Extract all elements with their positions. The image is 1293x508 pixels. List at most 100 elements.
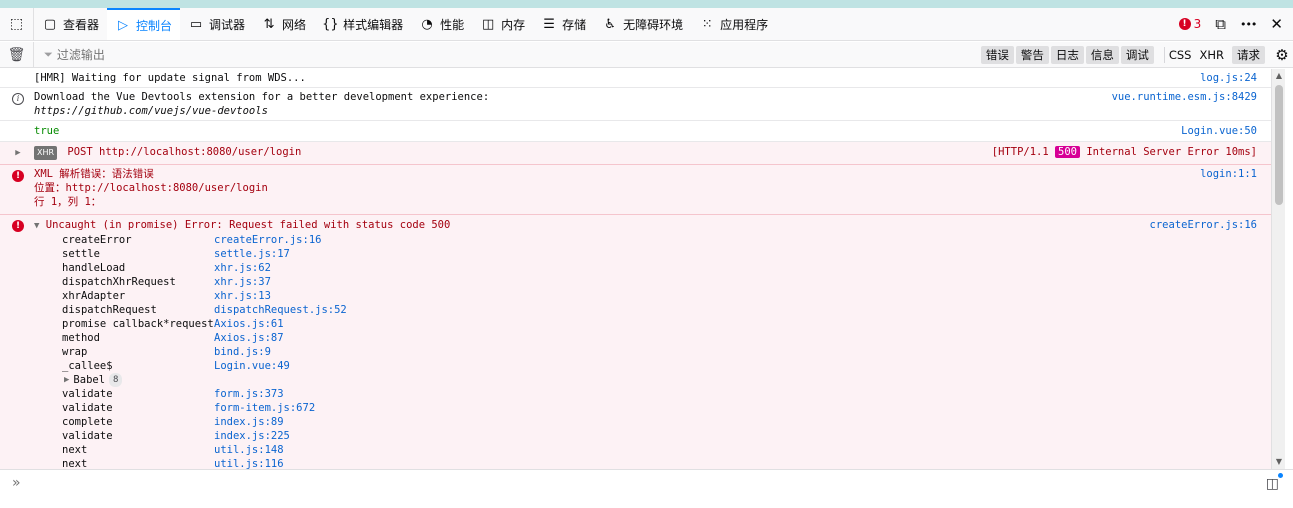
frame-function: handleLoad [62, 262, 126, 274]
more-options-icon[interactable]: ••• [1240, 18, 1257, 31]
error-icon: ! [12, 170, 24, 182]
tab-accessibility[interactable]: ♿ 无障碍环境 [594, 8, 691, 40]
stack-frame: createError createError.js:16 [62, 233, 1263, 247]
tab-console[interactable]: ▷ 控制台 [107, 8, 181, 40]
stack-frame: dispatchRequest dispatchRequest.js:52 [62, 303, 1263, 317]
vertical-scrollbar[interactable]: ▲ ▼ [1271, 69, 1285, 469]
style-editor-icon: {} [322, 16, 339, 32]
tab-memory[interactable]: ◫ 内存 [472, 8, 533, 40]
tab-label: 查看器 [63, 17, 100, 32]
frame-source-link[interactable]: xhr.js:37 [214, 275, 271, 289]
frame-source-link[interactable]: dispatchRequest.js:52 [214, 303, 347, 317]
tab-performance[interactable]: ◔ 性能 [411, 8, 472, 40]
stack-frame: complete index.js:89 [62, 415, 1263, 429]
message-position: 行 1，列 1： [34, 196, 102, 208]
accessibility-icon: ♿ [604, 16, 616, 32]
tab-network[interactable]: ⇅ 网络 [253, 8, 314, 40]
message-text: Uncaught (in promise) Error: Request fai… [45, 219, 451, 231]
error-count-button[interactable]: ! 3 [1178, 17, 1201, 31]
level-filter-button[interactable]: 调试 [1120, 45, 1154, 64]
scroll-down-icon[interactable]: ▼ [1272, 455, 1286, 469]
network-request-row[interactable]: ▶ XHR POST http://localhost:8080/user/lo… [0, 142, 1271, 165]
frame-source-link[interactable]: settle.js:17 [214, 247, 290, 261]
frame-function: _callee$ [62, 360, 113, 372]
frame-source-link[interactable]: util.js:148 [214, 443, 284, 457]
separator [1163, 46, 1165, 63]
frame-function: next [62, 444, 88, 456]
source-link[interactable]: log.js:24 [1200, 71, 1257, 85]
stack-frame: validate index.js:225 [62, 429, 1263, 443]
console-icon: ▷ [118, 17, 129, 33]
stack-frame: wrap bind.js:9 [62, 345, 1263, 359]
expand-triangle-icon[interactable]: ▶ [15, 148, 20, 158]
tab-application[interactable]: ⁙ 应用程序 [691, 8, 776, 40]
frame-source-link[interactable]: util.js:116 [214, 457, 284, 469]
frame-source-link[interactable]: Axios.js:61 [214, 317, 284, 331]
gear-icon[interactable]: ⚙ [1271, 46, 1293, 64]
tab-debugger[interactable]: ▭ 调试器 [180, 8, 253, 40]
editor-mode-icon[interactable]: ◫ [1266, 476, 1279, 492]
tab-label: 网络 [282, 17, 307, 32]
frame-source-link[interactable]: bind.js:9 [214, 345, 271, 359]
frame-function: complete [62, 416, 113, 428]
stack-frame: method Axios.js:87 [62, 331, 1263, 345]
collapse-triangle-icon[interactable]: ▼ [34, 221, 39, 231]
tab-label: 存储 [562, 17, 587, 32]
frame-function: validate [62, 402, 113, 414]
frame-source-link[interactable]: Axios.js:87 [214, 331, 284, 345]
extra-filter-button[interactable]: XHR [1199, 48, 1224, 62]
message-text: XML 解析错误：语法错误 [34, 168, 154, 180]
log-message: [HMR] Waiting for update signal from WDS… [0, 69, 1271, 88]
source-link[interactable]: Login.vue:50 [1181, 124, 1257, 138]
info-icon: i [12, 93, 24, 105]
stack-frame: settle settle.js:17 [62, 247, 1263, 261]
debugger-icon: ▭ [189, 16, 203, 32]
source-link[interactable]: vue.runtime.esm.js:8429 [1112, 90, 1257, 104]
frame-source-link[interactable]: Login.vue:49 [214, 359, 290, 373]
level-filter-button[interactable]: 信息 [1085, 45, 1119, 64]
extra-filter-button[interactable]: 请求 [1232, 45, 1265, 64]
element-picker-button[interactable]: ⬚ [0, 8, 34, 40]
level-filter-button[interactable]: 警告 [1015, 45, 1049, 64]
source-link[interactable]: login:1:1 [1200, 167, 1257, 181]
close-icon[interactable]: ✕ [1270, 15, 1283, 33]
frame-function: dispatchRequest [62, 304, 157, 316]
right-edge [1285, 69, 1293, 469]
frame-source-link[interactable]: xhr.js:62 [214, 261, 271, 275]
performance-icon: ◔ [421, 16, 433, 32]
stack-trace: createError createError.js:16 settle settle… [34, 233, 1263, 469]
scrollbar-thumb[interactable] [1275, 85, 1283, 205]
tab-inspector[interactable]: ▢ 查看器 [34, 8, 107, 40]
error-icon: ! [12, 220, 24, 232]
level-filter-button[interactable]: 日志 [1050, 45, 1084, 64]
message-location: 位置：http://localhost:8080/user/login [34, 182, 268, 194]
extra-filter-button[interactable]: CSS [1169, 48, 1192, 62]
console-filter-bar: 🗑 ⏷ 错误警告日志信息调试 CSS XHR 请求 ⚙ [0, 42, 1293, 68]
filter-input[interactable] [56, 47, 357, 62]
babel-frames-group[interactable]: ▶ Babel 8 [62, 373, 1263, 387]
status-prefix: [HTTP/1.1 [991, 146, 1049, 158]
tab-style-editor[interactable]: {} 样式编辑器 [314, 8, 411, 40]
frame-source-link[interactable]: index.js:225 [214, 429, 290, 443]
expand-triangle-icon[interactable]: ▶ [64, 373, 69, 387]
scroll-up-icon[interactable]: ▲ [1272, 69, 1286, 83]
frame-function: xhrAdapter [62, 290, 126, 302]
dock-icon[interactable]: ⧉ [1215, 15, 1226, 33]
frame-source-link[interactable]: form.js:373 [214, 387, 284, 401]
application-icon: ⁙ [701, 16, 713, 32]
console-input[interactable] [30, 474, 1230, 494]
console-output: [HMR] Waiting for update signal from WDS… [0, 69, 1271, 469]
tab-storage[interactable]: ☰ 存储 [533, 8, 594, 40]
frame-source-link[interactable]: form-item.js:672 [214, 401, 315, 415]
tab-label: 性能 [440, 17, 465, 32]
frame-source-link[interactable]: createError.js:16 [214, 233, 321, 247]
frame-source-link[interactable]: index.js:89 [214, 415, 284, 429]
frame-source-link[interactable]: xhr.js:13 [214, 289, 271, 303]
level-filter-button[interactable]: 错误 [980, 45, 1014, 64]
storage-icon: ☰ [543, 16, 555, 32]
clear-console-button[interactable]: 🗑 [0, 42, 34, 67]
source-link[interactable]: createError.js:16 [1150, 218, 1257, 232]
extra-filters: CSS XHR 请求 [1169, 45, 1265, 64]
message-url[interactable]: https://github.com/vuejs/vue-devtools [34, 104, 1263, 118]
error-message: ! ▼ Uncaught (in promise) Error: Request… [0, 215, 1271, 469]
